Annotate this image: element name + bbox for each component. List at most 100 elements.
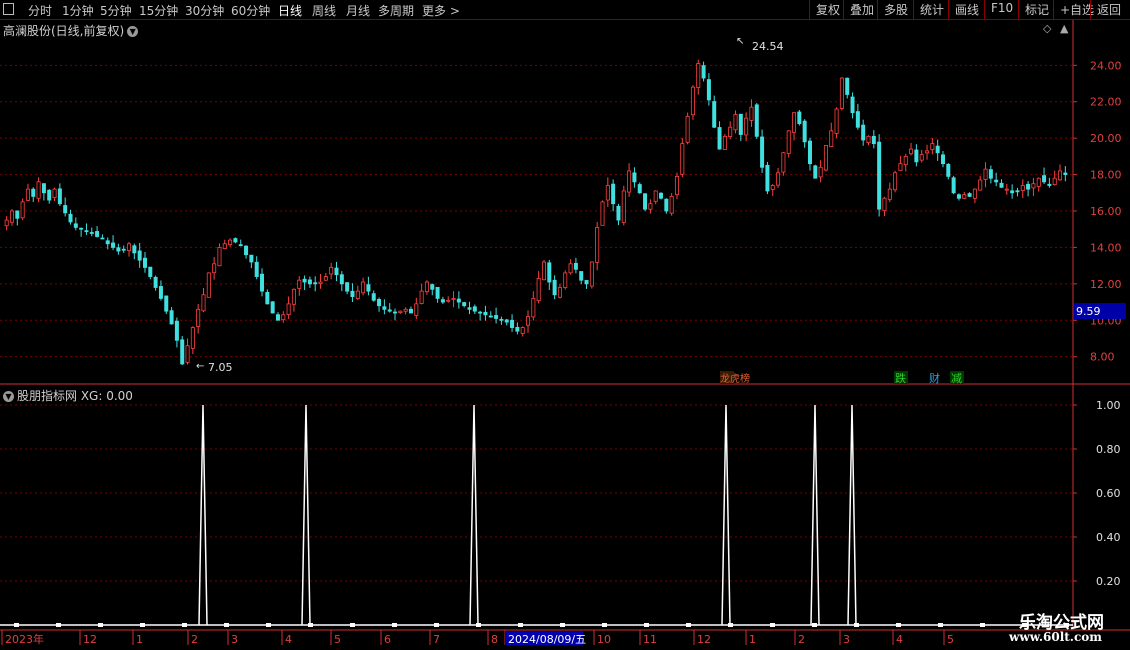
candle-body — [627, 170, 632, 193]
candle-body — [882, 197, 887, 212]
event-jian[interactable]: 减 — [951, 372, 962, 385]
indicator-dot — [224, 623, 229, 627]
candle-body — [462, 302, 467, 307]
indicator-dot — [686, 623, 691, 627]
candle-body — [158, 286, 163, 299]
candle-body — [244, 245, 249, 256]
candle-body — [866, 135, 871, 144]
candle-body — [807, 140, 812, 165]
price-tick-label: 24.00 — [1090, 59, 1122, 72]
date-label: 1 — [136, 633, 143, 646]
candle-body — [722, 135, 727, 151]
candle-body — [212, 263, 217, 274]
signal-spike — [469, 404, 479, 626]
candle-body — [940, 154, 945, 165]
candle-body — [1042, 175, 1047, 183]
candle-body — [47, 189, 52, 201]
indicator-tick-label: 0.20 — [1096, 575, 1121, 588]
kline-chart[interactable]: 24.0022.0020.0018.0016.0014.0012.0010.00… — [0, 0, 1130, 650]
event-die[interactable]: 跌 — [895, 371, 906, 385]
price-tick-label: 8.00 — [1090, 351, 1115, 364]
candle-body — [712, 101, 717, 128]
candle-body — [829, 130, 834, 147]
candle-body — [898, 163, 903, 171]
candle-body — [382, 306, 387, 310]
candle-body — [297, 279, 302, 289]
event-cai[interactable]: 财 — [929, 371, 940, 385]
indicator-dot — [980, 623, 985, 627]
candle-body — [573, 262, 578, 270]
candle-body — [701, 65, 706, 79]
axes: 24.0022.0020.0018.0016.0014.0012.0010.00… — [0, 20, 1130, 646]
candle-body — [499, 318, 504, 321]
price-tick-label: 16.00 — [1090, 205, 1122, 218]
indicator-dot — [812, 623, 817, 627]
candle-body — [760, 136, 765, 168]
candle-body — [776, 172, 781, 186]
candle-body — [345, 282, 350, 292]
signal-spike — [721, 404, 731, 626]
candle-body — [909, 148, 914, 155]
candle-body — [919, 154, 924, 161]
event-lhb[interactable]: 龙虎榜 — [720, 372, 750, 385]
candle-body — [435, 286, 440, 299]
candle-body — [111, 242, 116, 248]
signal-spike — [810, 404, 820, 626]
candle-body — [690, 86, 695, 116]
candle-body — [440, 299, 445, 303]
candle-body — [355, 290, 360, 299]
candle-body — [589, 261, 594, 287]
date-label: 5 — [947, 633, 954, 646]
candle-body — [563, 272, 568, 288]
candle-body — [802, 120, 807, 143]
candle-body — [674, 175, 679, 196]
candle-body — [414, 303, 419, 316]
candle-body — [887, 188, 892, 200]
candle-body — [504, 319, 509, 323]
indicator-dot — [98, 623, 103, 627]
candle-body — [813, 165, 818, 179]
candle-body — [323, 276, 328, 281]
signal-spike — [847, 404, 857, 626]
candle-body — [350, 290, 355, 297]
candle-body — [956, 194, 961, 199]
candle-body — [1026, 183, 1031, 190]
candle-body — [89, 232, 94, 234]
candle-body — [845, 77, 850, 95]
candle-body — [260, 273, 265, 292]
date-label: 1 — [749, 633, 756, 646]
candle-body — [180, 339, 185, 365]
candle-body — [174, 320, 179, 341]
candle-body — [488, 315, 493, 318]
candle-body — [4, 219, 9, 227]
candle-body — [520, 327, 525, 334]
candle-body — [685, 115, 690, 143]
indicator-dot — [560, 623, 565, 627]
candle-body — [456, 298, 461, 303]
candle-body — [31, 188, 36, 197]
candle-body — [451, 298, 456, 300]
candle-body — [430, 284, 435, 290]
candle-body — [765, 164, 770, 192]
candle-body — [893, 172, 898, 191]
candle-body — [925, 150, 930, 154]
date-label: 12 — [83, 633, 97, 646]
date-label: 10 — [597, 633, 611, 646]
candle-body — [823, 145, 828, 171]
candle-body — [377, 298, 382, 307]
candle-body — [839, 77, 844, 109]
candle-body — [398, 310, 403, 314]
indicator-signals — [0, 404, 1073, 627]
indicator-dot — [56, 623, 61, 627]
candle-body — [616, 205, 621, 221]
candle-body — [786, 130, 791, 154]
candle-body — [201, 294, 206, 312]
candle-body — [1063, 172, 1068, 175]
signal-spike — [301, 404, 311, 626]
candle-body — [127, 243, 132, 251]
candle-body — [962, 194, 967, 199]
candle-body — [579, 271, 584, 281]
candle-body — [105, 240, 110, 245]
candle-body — [1015, 190, 1020, 193]
low-arrow-icon: ← — [196, 361, 204, 372]
